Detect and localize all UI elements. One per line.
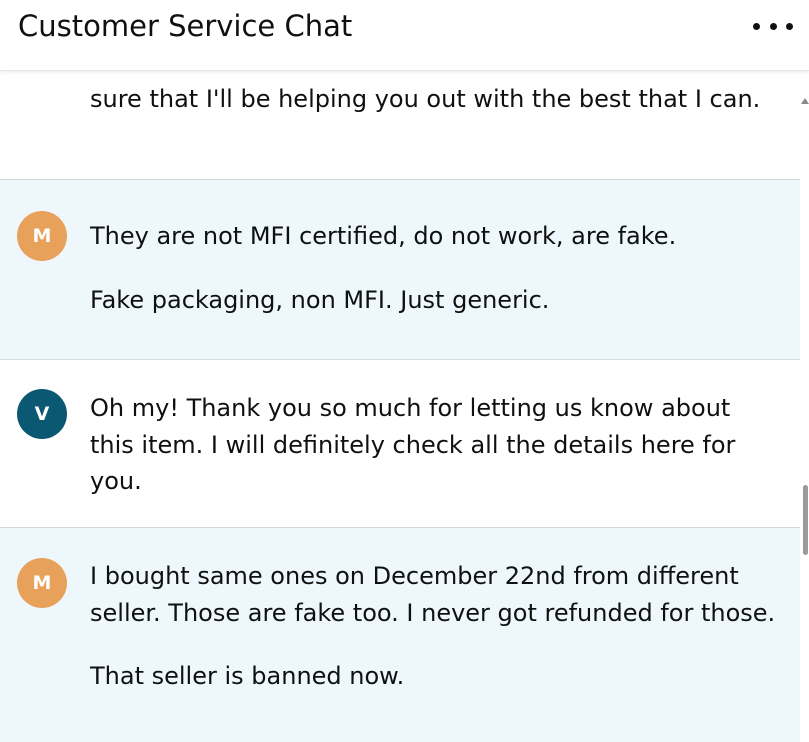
scroll-thumb[interactable]: [803, 485, 808, 555]
message-text: sure that I'll be helping you out with t…: [90, 81, 780, 118]
message-paragraph: I bought same ones on December 22nd from…: [90, 562, 776, 627]
message-text: Oh my! Thank you so much for letting us …: [90, 390, 780, 500]
message-paragraph: Fake packaging, non MFI. Just generic.: [90, 285, 550, 314]
more-options-button[interactable]: [753, 16, 793, 36]
message-paragraph: Oh my! Thank you so much for letting us …: [90, 394, 736, 495]
message-text: I bought same ones on December 22nd from…: [90, 558, 780, 695]
chat-scrollbar[interactable]: [800, 71, 809, 742]
customer-avatar: M: [17, 558, 67, 608]
message-paragraph: That seller is banned now.: [90, 662, 405, 690]
message-paragraph: sure that I'll be helping you out with t…: [90, 85, 761, 113]
message-paragraph: They are not MFI certified, do not work,…: [90, 222, 677, 250]
more-horizontal-icon-dot: [786, 22, 793, 30]
message-list[interactable]: sure that I'll be helping you out with t…: [0, 71, 800, 742]
chat-title: Customer Service Chat: [18, 9, 353, 43]
more-horizontal-icon-dot: [769, 22, 777, 30]
chat-header: Customer Service Chat: [0, 0, 809, 71]
agent-avatar: V: [17, 389, 67, 439]
message-agent: V Oh my! Thank you so much for letting u…: [0, 360, 800, 528]
chat-window: Customer Service Chat sure that I'll be …: [0, 0, 809, 742]
message-customer: M They are not MFI certified, do not wor…: [0, 180, 800, 360]
message-text: They are not MFI certified, do not work,…: [90, 218, 780, 318]
customer-avatar: M: [17, 211, 67, 261]
scroll-up-arrow-icon[interactable]: [801, 98, 809, 104]
message-agent: sure that I'll be helping you out with t…: [0, 71, 800, 180]
more-horizontal-icon: [753, 22, 760, 30]
message-customer: M I bought same ones on December 22nd fr…: [0, 528, 800, 742]
